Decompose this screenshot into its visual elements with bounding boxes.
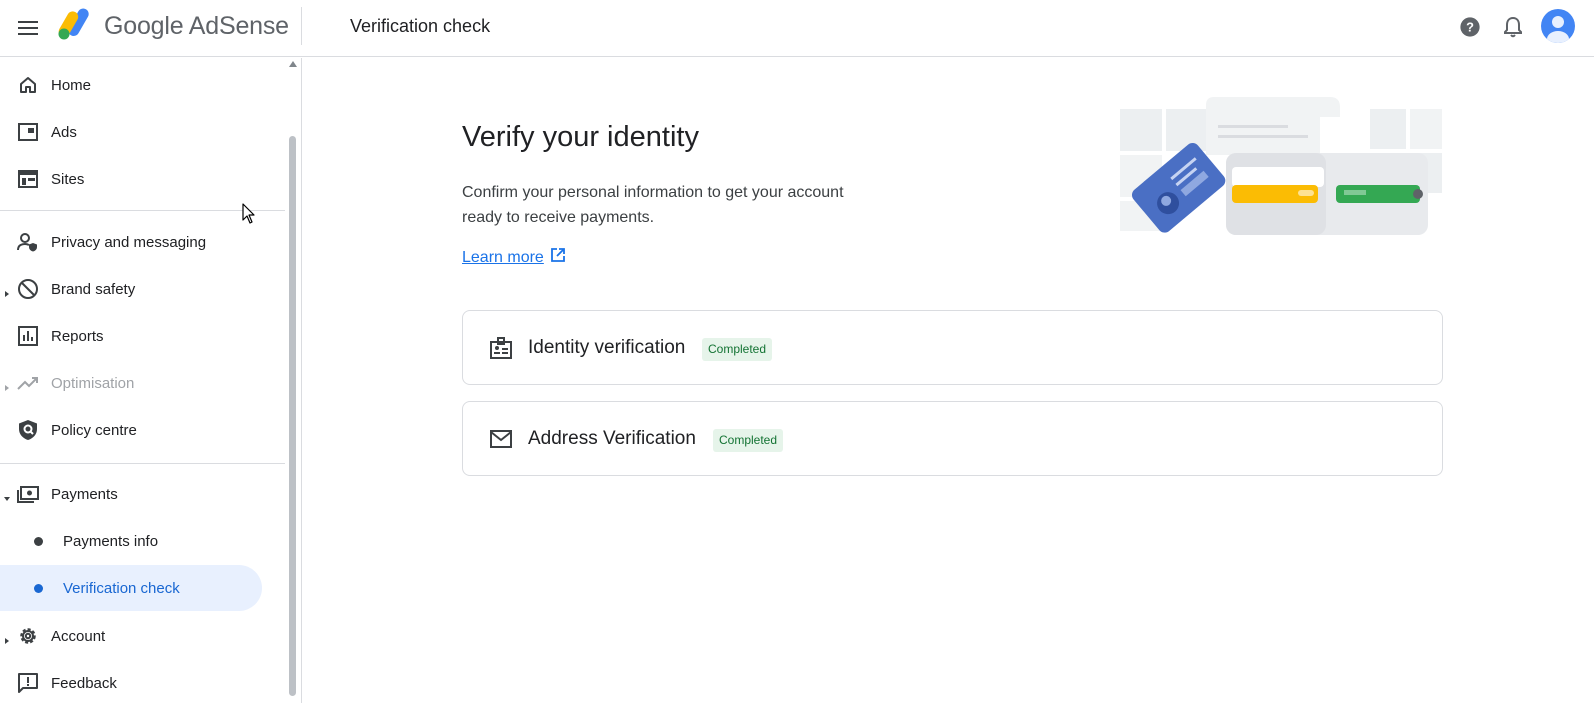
home-icon [16, 73, 40, 97]
privacy-icon [16, 230, 40, 254]
trending-icon [16, 371, 40, 395]
caret-right-icon [3, 379, 11, 391]
main-heading: Verify your identity [462, 121, 699, 153]
learn-more-link[interactable]: Learn more [462, 248, 565, 267]
sidebar-item-label: Sites [51, 170, 85, 188]
sidebar-item-optimisation[interactable]: Optimisation [0, 360, 285, 406]
brand-google: Google [104, 12, 184, 40]
sidebar-item-label: Feedback [51, 674, 117, 692]
scroll-up-arrow-icon[interactable] [289, 61, 297, 67]
sidebar-item-label: Account [51, 627, 106, 645]
sidebar-item-feedback[interactable]: Feedback [0, 660, 285, 703]
policy-shield-icon [16, 418, 40, 442]
wallet-id-illustration [1120, 97, 1442, 235]
sidebar-item-label: Home [51, 76, 92, 94]
sidebar-item-label: Ads [51, 123, 77, 141]
sidebar-item-payments[interactable]: Payments [0, 471, 285, 517]
scrollbar-thumb[interactable] [289, 136, 296, 696]
page-title: Verification check [350, 16, 491, 36]
sidebar-item-sites[interactable]: Sites [0, 156, 285, 202]
status-badge: Completed [702, 338, 773, 361]
status-badge: Completed [713, 429, 784, 452]
id-badge-icon [489, 336, 513, 360]
bullet-dot [34, 583, 43, 593]
identity-verification-card[interactable]: Identity verification Completed [462, 310, 1443, 385]
sidebar-item-policy-centre[interactable]: Policy centre [0, 407, 285, 453]
sidebar-item-ads[interactable]: Ads [0, 109, 285, 155]
feedback-icon [16, 671, 40, 695]
address-verification-card[interactable]: Address Verification Completed [462, 401, 1443, 476]
caret-right-icon [3, 632, 11, 644]
learn-more-label: Learn more [462, 248, 544, 266]
brand-name[interactable]: Google AdSense [104, 12, 289, 41]
sidebar-item-reports[interactable]: Reports [0, 313, 285, 359]
mail-icon [489, 427, 513, 451]
sidebar-item-account[interactable]: Account [0, 613, 285, 659]
reports-icon [16, 324, 40, 348]
sidebar-item-label: Payments info [63, 532, 159, 550]
adsense-logo-icon [58, 8, 96, 40]
sidebar-item-payments-info[interactable]: Payments info [0, 518, 285, 564]
sidebar-item-label: Verification check [63, 579, 180, 597]
mouse-pointer-icon [242, 203, 255, 224]
sidebar-nav: Home Ads Sites Privacy and messaging Bra… [0, 58, 302, 703]
sidebar-scrollbar[interactable] [288, 58, 298, 703]
sidebar-item-label: Privacy and messaging [51, 233, 207, 251]
gear-icon [16, 624, 40, 648]
external-link-icon [550, 248, 565, 267]
caret-right-icon [3, 285, 11, 297]
sidebar-item-verification-check[interactable]: Verification check [0, 565, 262, 611]
caret-down-icon [3, 490, 11, 501]
main-description: Confirm your personal information to get… [462, 184, 844, 226]
account-avatar[interactable] [1541, 9, 1575, 43]
header-divider [301, 7, 302, 45]
card-title: Address Verification [528, 428, 696, 449]
brand-product: AdSense [188, 12, 289, 40]
sidebar-item-label: Reports [51, 327, 104, 345]
hamburger-menu-icon[interactable] [12, 12, 44, 44]
help-icon[interactable]: ? [1456, 13, 1484, 41]
app-header: Google AdSense Verification check ? [0, 0, 1594, 57]
sidebar-item-home[interactable]: Home [0, 62, 285, 108]
svg-text:?: ? [1466, 20, 1474, 35]
payments-icon [16, 482, 40, 506]
sidebar-item-label: Brand safety [51, 280, 136, 298]
bullet-dot [34, 536, 43, 546]
sidebar-item-privacy[interactable]: Privacy and messaging [0, 219, 285, 265]
sidebar-item-label: Policy centre [51, 421, 137, 439]
sidebar-item-label: Optimisation [51, 374, 135, 392]
notifications-bell-icon[interactable] [1499, 13, 1527, 41]
sites-icon [16, 167, 40, 191]
ads-icon [16, 120, 40, 144]
sidebar-item-brand-safety[interactable]: Brand safety [0, 266, 285, 312]
sidebar-item-label: Payments [51, 485, 118, 503]
block-icon [16, 277, 40, 301]
card-title: Identity verification [528, 337, 686, 358]
sidebar-divider [0, 463, 285, 464]
